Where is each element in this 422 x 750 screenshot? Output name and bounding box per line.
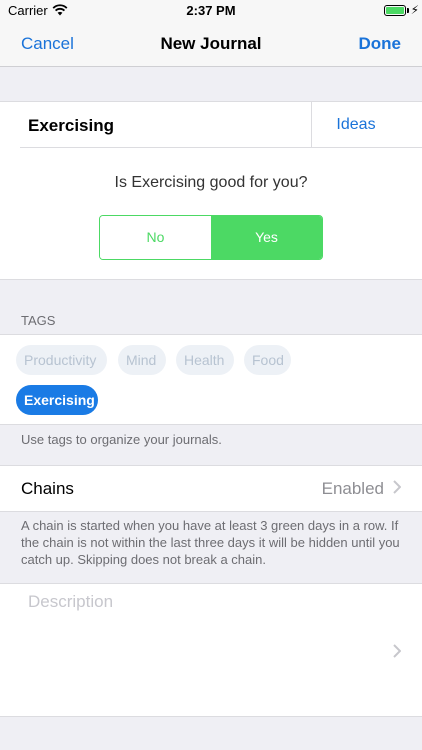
tags-card: Productivity Mind Health Food Exercising — [0, 334, 422, 425]
chevron-right-icon[interactable] — [393, 644, 401, 658]
status-bar: Carrier 2:37 PM ⚡ — [0, 0, 422, 22]
option-no-button[interactable]: No — [100, 216, 211, 259]
description-input[interactable] — [20, 590, 396, 614]
tag-chip-food[interactable]: Food — [244, 345, 291, 375]
journal-name-field[interactable]: Exercising — [28, 116, 114, 136]
done-button[interactable]: Done — [359, 34, 402, 54]
journal-question: Is Exercising good for you? — [114, 174, 308, 191]
charging-icon: ⚡ — [410, 3, 419, 17]
divider — [20, 147, 422, 148]
chains-row[interactable]: Chains Enabled — [0, 465, 422, 512]
battery-cap — [407, 8, 409, 13]
tag-chip-mind[interactable]: Mind — [118, 345, 166, 375]
chains-value: Enabled — [321, 479, 384, 498]
tags-footer-text: Use tags to organize your journals. — [21, 432, 222, 447]
chains-label: Chains — [21, 479, 74, 498]
ideas-button[interactable]: Ideas — [312, 116, 400, 134]
option-yes-button[interactable]: Yes — [211, 216, 322, 259]
clock: 2:37 PM — [186, 3, 236, 18]
chains-footer-text: A chain is started when you have at leas… — [21, 518, 400, 567]
good-bad-segmented-control: No Yes — [99, 215, 323, 260]
navigation-bar: Cancel New Journal Done — [0, 22, 422, 67]
description-card — [0, 583, 422, 717]
tag-chip-productivity[interactable]: Productivity — [16, 345, 107, 375]
battery-icon — [384, 5, 406, 16]
journal-card: Exercising Ideas Is Exercising good for … — [0, 101, 422, 280]
tags-section-header: TAGS — [21, 313, 56, 328]
tag-chip-exercising[interactable]: Exercising — [16, 385, 98, 415]
tag-chip-health[interactable]: Health — [176, 345, 234, 375]
chevron-right-icon — [393, 480, 401, 494]
